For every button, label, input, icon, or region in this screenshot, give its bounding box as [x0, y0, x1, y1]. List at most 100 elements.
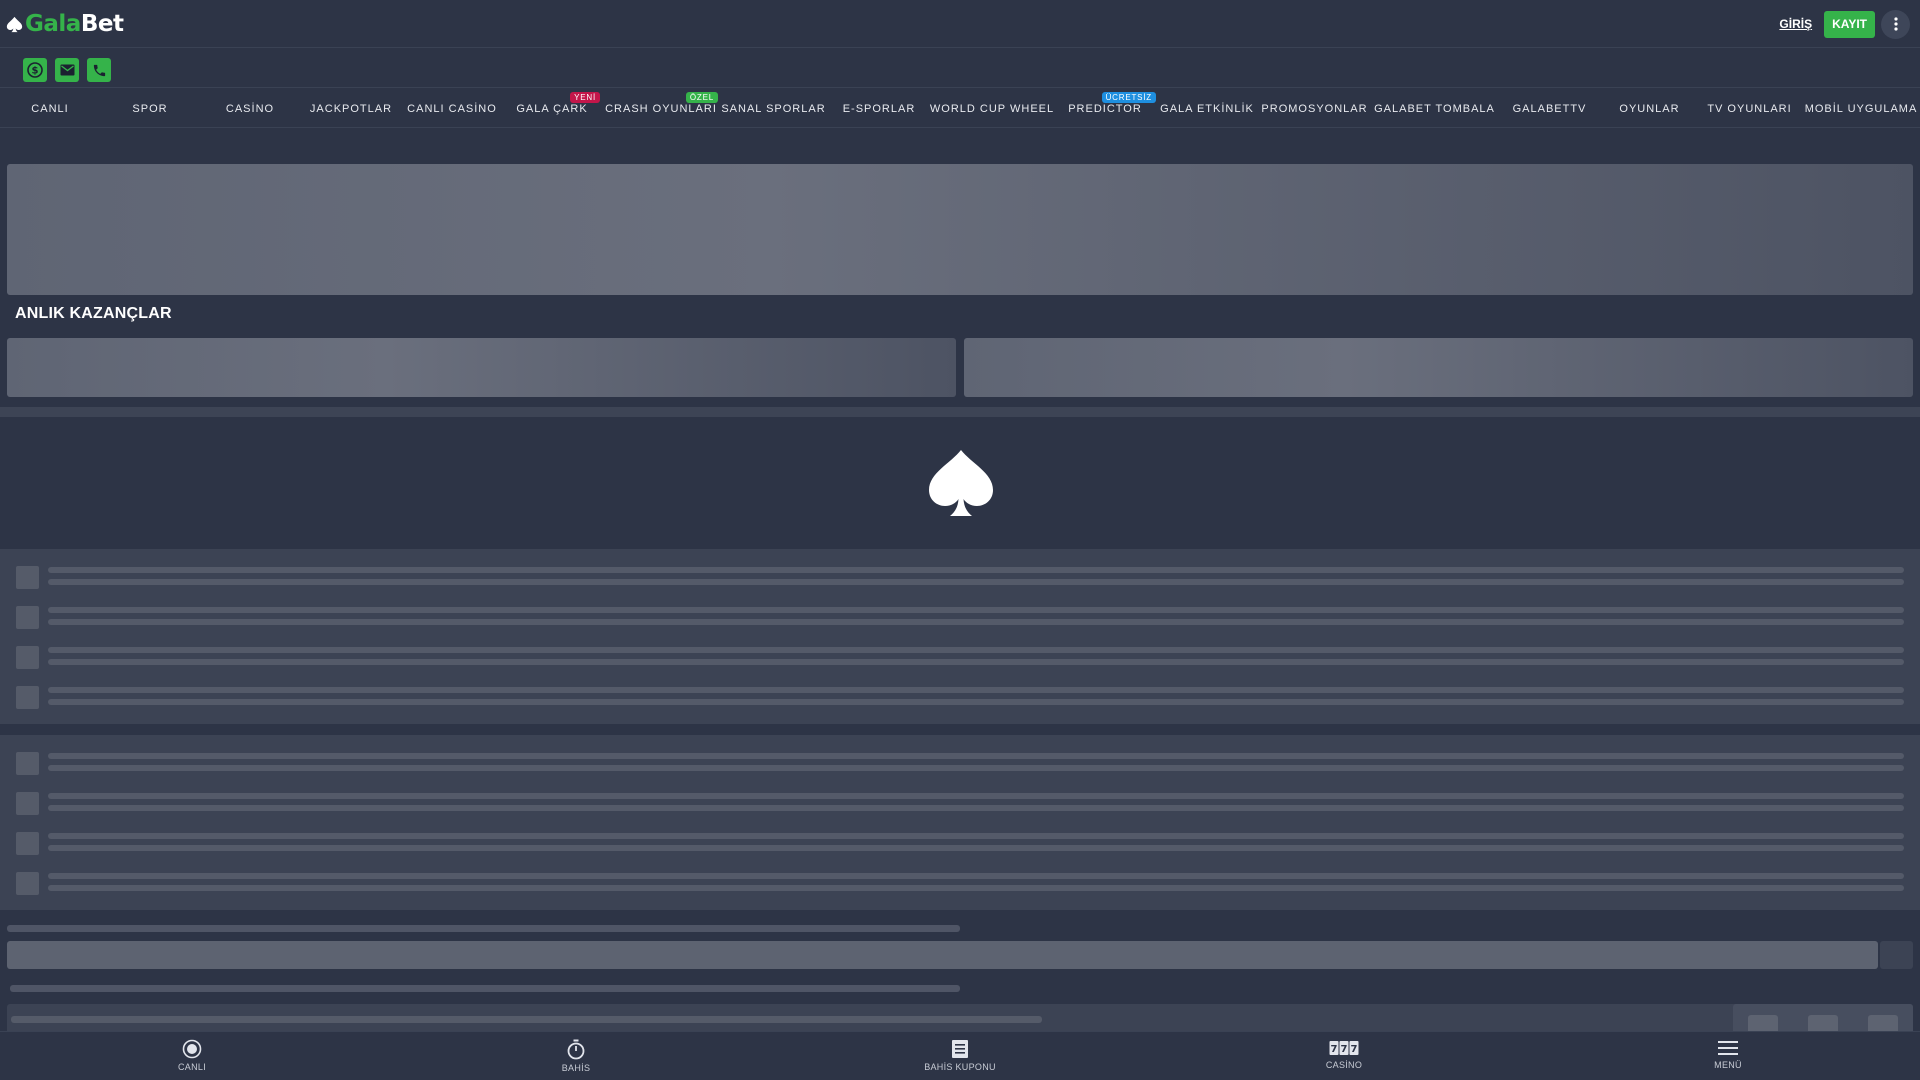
- banner-strip-end-placeholder: [1880, 941, 1913, 969]
- row-line-placeholder: [48, 873, 1904, 879]
- text-line-placeholder: [10, 985, 960, 992]
- hero-banner-placeholder[interactable]: [7, 164, 1913, 295]
- nav-item-gala-cark[interactable]: GALA ÇARK YENİ: [502, 89, 602, 128]
- text-line-placeholder: [11, 1016, 1042, 1023]
- row-thumb-placeholder: [16, 792, 39, 815]
- nav-item-e-sporlar[interactable]: E-SPORLAR: [827, 89, 931, 128]
- nav-label: OYUNLAR: [1619, 102, 1680, 115]
- row-line-placeholder: [48, 579, 1904, 585]
- stopwatch-icon: [567, 1039, 585, 1060]
- nav-item-promosyonlar[interactable]: PROMOSYONLAR: [1257, 89, 1372, 128]
- bottom-nav-canli[interactable]: CANLI: [132, 1032, 252, 1080]
- spade-loader-icon: [929, 450, 993, 516]
- winnings-card-placeholder: [964, 338, 1913, 397]
- nav-label: PREDICTOR: [1068, 102, 1142, 115]
- row-line-placeholder: [48, 753, 1904, 759]
- event-list-placeholder: [0, 549, 1920, 724]
- nav-item-tv-oyunlari[interactable]: TV OYUNLARI: [1697, 89, 1802, 128]
- banner-strip-placeholder: [7, 941, 1878, 969]
- nav-item-oyunlar[interactable]: OYUNLAR: [1602, 89, 1697, 128]
- nav-label: GALABETTV: [1512, 102, 1587, 115]
- row-line-placeholder: [48, 647, 1904, 653]
- row-line-placeholder: [48, 793, 1904, 799]
- login-link[interactable]: GİRİŞ: [1779, 17, 1812, 31]
- special-badge: ÖZEL: [685, 92, 718, 103]
- text-line-placeholder: [7, 925, 960, 932]
- row-thumb-placeholder: [16, 832, 39, 855]
- galabet-logo[interactable]: GalaBet: [6, 10, 124, 38]
- mail-icon: [60, 64, 74, 76]
- row-line-placeholder: [48, 765, 1904, 771]
- nav-label: MOBİL UYGULAMA: [1804, 102, 1918, 115]
- nav-item-mobil-uygulama[interactable]: MOBİL UYGULAMA: [1802, 89, 1920, 128]
- nav-label: CANLI CASİNO: [407, 102, 497, 115]
- row-line-placeholder: [48, 659, 1904, 665]
- nav-item-casino[interactable]: CASİNO: [200, 89, 300, 128]
- contact-strip: $: [0, 49, 1920, 88]
- nav-label: JACKPOTLAR: [309, 102, 393, 115]
- spade-logo-icon: [6, 16, 23, 32]
- row-line-placeholder: [48, 687, 1904, 693]
- bottom-nav-bahis[interactable]: BAHİS: [516, 1032, 636, 1080]
- bottom-nav-label: CASİNO: [1325, 1060, 1363, 1070]
- row-line-placeholder: [48, 885, 1904, 891]
- row-line-placeholder: [48, 805, 1904, 811]
- nav-item-canli[interactable]: CANLI: [0, 89, 100, 128]
- mail-contact-button[interactable]: [55, 58, 79, 82]
- nav-item-galabet-tombala[interactable]: GALABET TOMBALA: [1372, 89, 1497, 128]
- event-list-placeholder: [0, 735, 1920, 910]
- phone-icon: [93, 64, 105, 76]
- nav-label: CRASH OYUNLARI: [605, 102, 717, 115]
- winnings-card-placeholder: [7, 338, 956, 397]
- row-thumb-placeholder: [16, 646, 39, 669]
- nav-item-sanal-sporlar[interactable]: SANAL SPORLAR: [720, 89, 827, 128]
- row-thumb-placeholder: [16, 686, 39, 709]
- row-thumb-placeholder: [16, 606, 39, 629]
- nav-label: CASİNO: [225, 102, 275, 115]
- nav-item-canli-casino[interactable]: CANLI CASİNO: [402, 89, 502, 128]
- header: GalaBet GİRİŞ KAYIT: [0, 0, 1920, 48]
- bottom-nav-menu[interactable]: MENÜ: [1668, 1032, 1788, 1080]
- bottom-nav: CANLI BAHİS BAHİS KUPONU 7 7 7 CASİNO ME…: [0, 1031, 1920, 1080]
- nav-label: PROMOSYONLAR: [1261, 102, 1368, 115]
- register-button[interactable]: KAYIT: [1824, 10, 1875, 38]
- nav-item-jackpotlar[interactable]: JACKPOTLAR: [300, 89, 402, 128]
- bottom-nav-bahis-kuponu[interactable]: BAHİS KUPONU: [900, 1032, 1020, 1080]
- new-badge: YENİ: [570, 92, 600, 103]
- svg-text:7: 7: [1341, 1044, 1348, 1055]
- phone-contact-button[interactable]: [87, 58, 111, 82]
- live-icon: [182, 1039, 202, 1059]
- bottom-nav-label: CANLI: [177, 1062, 206, 1072]
- row-thumb-placeholder: [16, 566, 39, 589]
- nav-label: GALA ETKİNLİK: [1160, 102, 1254, 115]
- nav-item-galabettv[interactable]: GALABETTV: [1497, 89, 1602, 128]
- svg-text:$: $: [32, 66, 39, 77]
- slot-777-icon: 7 7 7: [1329, 1041, 1359, 1055]
- menu-icon: [1718, 1041, 1738, 1055]
- bottom-nav-casino[interactable]: 7 7 7 CASİNO: [1284, 1032, 1404, 1080]
- nav-item-world-cup-wheel[interactable]: WORLD CUP WHEEL: [929, 89, 1055, 128]
- currency-contact-button[interactable]: $: [23, 58, 47, 82]
- row-line-placeholder: [48, 833, 1904, 839]
- row-line-placeholder: [48, 699, 1904, 705]
- nav-item-spor[interactable]: SPOR: [100, 89, 200, 128]
- nav-label: E-SPORLAR: [842, 102, 916, 115]
- nav-label: WORLD CUP WHEEL: [929, 102, 1055, 115]
- row-thumb-placeholder: [16, 752, 39, 775]
- nav-label: SANAL SPORLAR: [721, 102, 826, 115]
- bottom-nav-label: MENÜ: [1714, 1060, 1742, 1070]
- betslip-icon: [952, 1040, 968, 1058]
- section-divider: [0, 407, 1920, 417]
- row-thumb-placeholder: [16, 872, 39, 895]
- free-badge: ÜCRETSİZ: [1101, 92, 1156, 103]
- row-line-placeholder: [48, 607, 1904, 613]
- bottom-nav-label: BAHİS KUPONU: [924, 1062, 996, 1072]
- nav-item-predictor[interactable]: PREDICTOR ÜCRETSİZ: [1053, 89, 1157, 128]
- more-options-button[interactable]: [1881, 9, 1910, 39]
- nav-item-crash-oyunlari[interactable]: CRASH OYUNLARI ÖZEL: [602, 89, 720, 128]
- nav-item-gala-etkinlik[interactable]: GALA ETKİNLİK: [1157, 89, 1257, 128]
- more-vertical-icon: [1893, 17, 1898, 31]
- section-title: ANLIK KAZANÇLAR: [15, 305, 172, 322]
- svg-text:7: 7: [1351, 1044, 1358, 1055]
- row-line-placeholder: [48, 845, 1904, 851]
